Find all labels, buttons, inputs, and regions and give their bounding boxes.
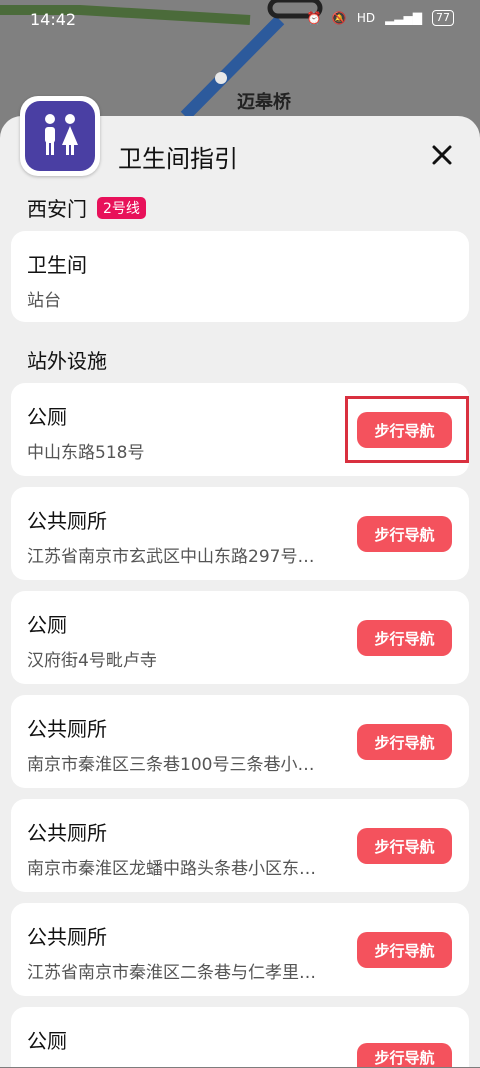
toilet-card-location: 站台 xyxy=(27,291,61,311)
toilet-icon xyxy=(20,96,100,176)
signal-icon: ▂▃▅▇ xyxy=(385,11,422,25)
facility-card[interactable]: 公共厕所 江苏省南京市玄武区中山东路297号… 步行导航 xyxy=(11,487,469,580)
status-icons: ⏰ 🔕 HD ▂▃▅▇ 77 xyxy=(307,10,454,26)
walk-navigation-button[interactable]: 步行导航 xyxy=(357,1043,452,1067)
people-icon xyxy=(45,114,78,155)
station-name: 西安门 xyxy=(27,197,87,221)
facility-address: 江苏省南京市玄武区中山东路297号… xyxy=(27,547,315,567)
line-badge: 2号线 xyxy=(97,196,146,219)
facility-title: 公共厕所 xyxy=(27,509,107,533)
facility-address: 南京市秦淮区龙蟠中路头条巷小区东… xyxy=(27,859,316,879)
facility-card[interactable]: 公共厕所 南京市秦淮区三条巷100号三条巷小… 步行导航 xyxy=(11,695,469,788)
facility-card[interactable]: 公共厕所 江苏省南京市秦淮区二条巷与仁孝里… 步行导航 xyxy=(11,903,469,996)
facility-address: 江苏省南京市秦淮区二条巷与仁孝里… xyxy=(27,963,316,983)
highlight-box xyxy=(345,396,469,463)
facility-card[interactable]: 公共厕所 南京市秦淮区龙蟠中路头条巷小区东… 步行导航 xyxy=(11,799,469,892)
battery-icon: 77 xyxy=(432,10,454,26)
walk-navigation-button[interactable]: 步行导航 xyxy=(357,724,452,760)
status-time: 14:42 xyxy=(30,10,77,29)
walk-navigation-button[interactable]: 步行导航 xyxy=(357,620,452,656)
walk-navigation-button[interactable]: 步行导航 xyxy=(357,828,452,864)
facility-address: 汉府街4号毗卢寺 xyxy=(27,651,157,671)
close-button[interactable] xyxy=(427,140,457,170)
walk-navigation-button[interactable]: 步行导航 xyxy=(357,932,452,968)
section-label: 站外设施 xyxy=(27,349,107,373)
walk-navigation-button[interactable]: 步行导航 xyxy=(357,516,452,552)
sheet-title: 卫生间指引 xyxy=(118,145,238,173)
hd-icon: HD xyxy=(356,11,376,25)
facility-address: 南京市秦淮区三条巷100号三条巷小… xyxy=(27,755,315,775)
station-row: 西安门 2号线 xyxy=(27,193,146,222)
facility-title: 公厕 xyxy=(27,405,67,429)
status-bar: 14:42 ⏰ 🔕 HD ▂▃▅▇ 77 xyxy=(0,0,480,40)
close-icon xyxy=(432,145,452,165)
bell-off-icon: 🔕 xyxy=(331,11,347,25)
facility-card[interactable]: 公厕 汉府街4号毗卢寺 步行导航 xyxy=(11,591,469,684)
facility-title: 公共厕所 xyxy=(27,821,107,845)
facility-address: 中山东路518号 xyxy=(27,443,145,463)
facility-title: 公共厕所 xyxy=(27,925,107,949)
toilet-card-title: 卫生间 xyxy=(27,253,87,277)
toilet-card[interactable]: 卫生间 站台 xyxy=(11,231,469,322)
facility-title: 公共厕所 xyxy=(27,717,107,741)
facility-title: 公厕 xyxy=(27,613,67,637)
facility-card[interactable]: 公厕 步行导航 xyxy=(11,1007,469,1067)
facility-title: 公厕 xyxy=(27,1029,67,1053)
map-station-label: 迈皋桥 xyxy=(237,92,291,113)
alarm-icon: ⏰ xyxy=(306,11,322,25)
